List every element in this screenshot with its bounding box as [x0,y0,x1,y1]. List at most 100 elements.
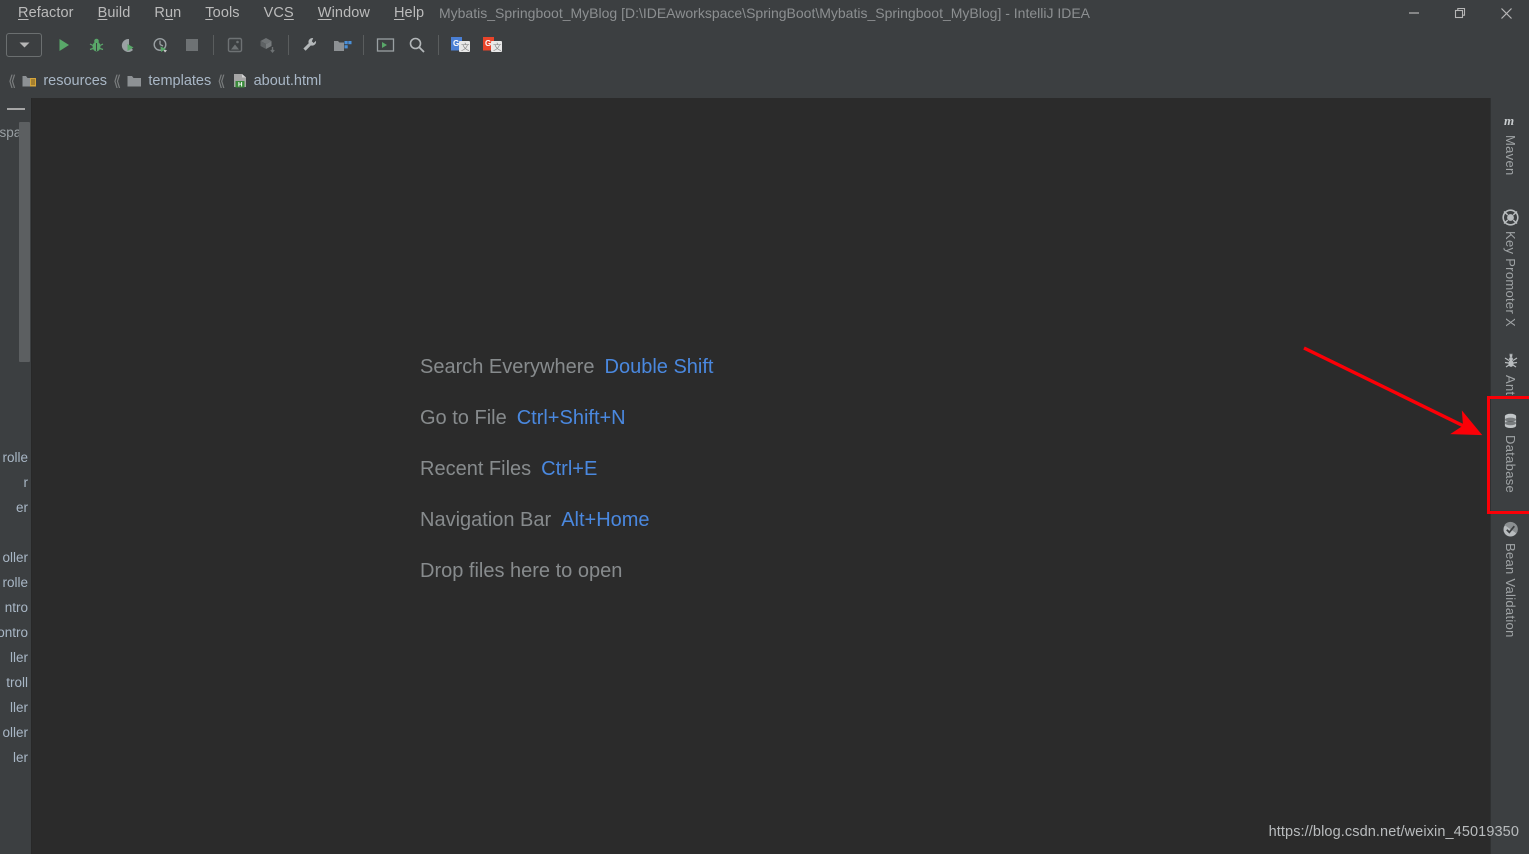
tool-window-button-key-promoter-x[interactable]: Key Promoter X [1491,202,1529,327]
stop-button[interactable] [177,31,207,59]
close-icon[interactable] [1483,0,1529,26]
run-configuration-selector[interactable] [6,33,42,57]
breadcrumb: ⟪ resources ⟪ templates ⟪ H about.html [0,64,1529,98]
tool-window-button-ant[interactable]: Ant [1491,346,1529,395]
hint-label: Navigation Bar [420,509,552,531]
hint-label: Go to File [420,407,507,429]
tool-window-button-maven[interactable]: m Maven [1491,106,1529,176]
stop-square-icon [186,39,198,51]
svg-text:m: m [1504,113,1514,128]
translate-blue-button[interactable]: G 文 [445,31,475,59]
list-item[interactable] [0,420,32,445]
list-item[interactable]: ontro [0,620,32,645]
ant-icon [1502,352,1520,370]
hint-navigation-bar: Navigation Bar Alt+Home [420,509,714,532]
hint-search-everywhere: Search Everywhere Double Shift [420,356,714,379]
breadcrumb-item-resources[interactable]: resources [20,73,109,89]
toolbar-divider [213,35,214,55]
menu-item-build[interactable]: Build [86,3,143,23]
toolbar-divider [288,35,289,55]
editor-empty-area: Search Everywhere Double Shift Go to Fil… [32,98,1490,854]
debug-bug-icon [89,38,103,51]
list-item[interactable] [0,395,32,420]
html-file-icon: H [233,74,246,88]
project-structure-button[interactable] [327,31,357,59]
tool-window-button-database[interactable]: Database [1491,406,1529,493]
list-item[interactable]: oller [0,720,32,745]
tool-window-label: Bean Validation [1503,543,1518,638]
hint-go-to-file: Go to File Ctrl+Shift+N [420,407,714,430]
folder-icon [127,76,142,87]
terminal-icon [376,38,394,52]
list-item[interactable]: rolle [0,570,32,595]
menu-item-refactor[interactable]: Refactor [6,3,86,23]
svg-text:G: G [453,39,459,48]
vcs-update-icon [227,37,243,53]
update-project-button[interactable] [220,31,250,59]
search-everywhere-button[interactable] [402,31,432,59]
list-item[interactable]: r [0,470,32,495]
breadcrumb-label: resources [43,73,108,89]
commit-button[interactable] [252,31,282,59]
debug-button[interactable] [81,31,111,59]
breadcrumb-item-templates[interactable]: templates [125,73,213,89]
coverage-icon [121,38,133,52]
menu-item-tools[interactable]: Tools [193,3,251,23]
collapse-panel-button[interactable] [0,98,32,120]
breadcrumb-item-about-html[interactable]: H about.html [230,73,324,89]
menu-item-run[interactable]: Run [142,3,193,23]
svg-text:G: G [485,39,491,48]
bean-validation-icon [1502,520,1520,538]
right-tool-window-bar: m Maven Key Promoter X Ant Database Bean… [1490,98,1529,854]
google-translate-orange-icon: G 文 [482,37,502,52]
list-item[interactable]: ller [0,645,32,670]
toolbar-divider [363,35,364,55]
list-item[interactable] [0,520,32,545]
menu-item-help[interactable]: Help [382,3,436,23]
terminal-button[interactable] [370,31,400,59]
chevron-down-icon [19,42,29,48]
list-item[interactable]: rolle [0,445,32,470]
run-button[interactable] [49,31,79,59]
list-item[interactable] [0,370,32,395]
breadcrumb-label: about.html [253,73,322,89]
hint-shortcut: Ctrl+E [541,458,598,480]
hint-drop-files: Drop files here to open [420,560,714,583]
profiler-clock-icon [152,37,167,52]
list-item[interactable]: troll [0,670,32,695]
project-tree-scrollbar[interactable] [19,122,30,362]
list-item[interactable]: er [0,495,32,520]
run-icon [59,39,69,51]
settings-button[interactable] [295,31,325,59]
menu-item-vcs[interactable]: VCS [252,3,306,23]
resources-folder-icon [22,76,37,87]
maven-m-icon: m [1502,112,1520,130]
translate-orange-button[interactable]: G 文 [477,31,507,59]
editor-hint-list: Search Everywhere Double Shift Go to Fil… [420,356,714,611]
svg-text:H: H [238,81,243,88]
tool-window-button-bean-validation[interactable]: Bean Validation [1491,514,1529,638]
list-item[interactable]: ntro [0,595,32,620]
menu-item-window[interactable]: Window [306,3,382,23]
maximize-restore-icon[interactable] [1437,0,1483,26]
tool-window-label: Ant [1503,375,1518,396]
database-icon [1502,412,1520,430]
hint-recent-files: Recent Files Ctrl+E [420,458,714,481]
list-item[interactable]: oller [0,545,32,570]
minimize-icon[interactable] [1391,0,1437,26]
hint-label: Recent Files [420,458,532,480]
tool-window-label: Maven [1503,135,1518,176]
breadcrumb-separator: ⟪ [8,73,17,90]
tool-window-label: Key Promoter X [1503,231,1518,327]
list-item[interactable]: ller [0,695,32,720]
google-translate-blue-icon: G 文 [450,37,470,52]
collapse-dash-icon [7,108,25,110]
hint-shortcut: Alt+Home [561,509,650,531]
window-controls [1391,0,1529,26]
menu-bar: Refactor Build Run Tools VCS Window Help [0,3,436,23]
project-tool-window-stub: kspac rolle r er oller rolle ntro ontro … [0,98,32,854]
list-item[interactable]: ler [0,745,32,770]
run-with-coverage-button[interactable] [113,31,143,59]
hint-shortcut: Ctrl+Shift+N [516,407,626,429]
profile-button[interactable] [145,31,175,59]
